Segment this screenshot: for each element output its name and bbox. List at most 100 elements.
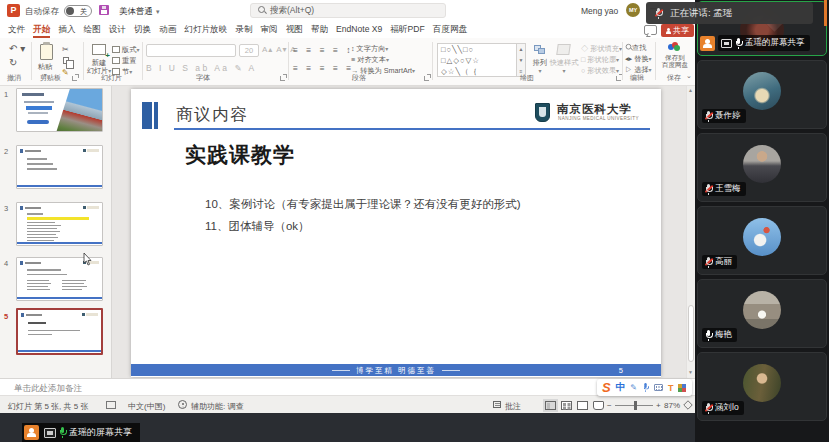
powerpoint-icon[interactable]: P [7,4,20,17]
document-title[interactable]: 美体普通▾ [119,6,160,18]
share-pill-label: 孟瑶的屏幕共享 [69,426,132,439]
tab-view[interactable]: 视图 [282,21,307,38]
tab-help[interactable]: 帮助 [307,21,332,38]
align-icons[interactable]: ≡ ≡ ≡ ≡ ≡ [293,63,354,73]
skin-icon[interactable]: T [668,383,674,393]
font-size-combo[interactable]: 20 [239,44,259,57]
screen-share-indicator[interactable]: 孟瑶的屏幕共享 [22,423,140,442]
align-text-button[interactable]: ≡ 对齐文本▾ [351,55,389,65]
search-placeholder: 搜索(Alt+Q) [270,5,314,17]
undo-button[interactable]: ↶ ▾ [9,44,25,54]
baidu-netdisk-save-icon[interactable] [668,42,682,52]
voice-icon[interactable] [643,383,649,392]
participant-tile[interactable]: 聂作婷 [697,60,827,129]
font-style-icons[interactable]: B I U S ab Aa ✎ A [146,63,257,73]
comments-status-button[interactable]: 批注 [505,401,521,412]
status-bar: 幻灯片 第 5 张, 共 5 张 中文(中国) 辅助功能: 调查 批注 − + … [0,395,695,413]
input-mode-chinese[interactable]: 中 [616,381,626,394]
collapse-ribbon-icon[interactable]: ⌄ [686,72,692,80]
reset-button[interactable]: 重置 [112,56,136,66]
slideshow-view-icon[interactable] [593,401,604,410]
toolbox-grid-icon[interactable] [678,384,686,392]
replace-button[interactable]: ◂▸ 替换▾ [625,54,652,64]
shape-effects-button[interactable]: ○ 形状效果▾ [581,66,619,76]
display-settings-icon[interactable] [106,401,116,409]
autosave-toggle[interactable]: 关 [64,5,92,17]
zoom-slider-handle[interactable] [634,401,637,410]
find-button[interactable]: 查找 [625,43,646,53]
language-status[interactable]: 中文(中国) [128,401,165,412]
paste-button[interactable] [40,44,53,60]
participant-name: 高丽 [715,256,732,268]
scrollbar-thumb[interactable] [688,305,694,362]
shape-outline-button[interactable]: □ 形状轮廓▾ [581,55,619,65]
participant-tile[interactable]: 梅艳 [697,279,827,348]
slide-thumbnail-2[interactable] [16,145,103,189]
shape-fill-button[interactable]: ◇ 形状填充▾ [581,44,622,54]
scroll-up-arrow[interactable]: ▲ [688,88,693,93]
paragraph-dialog-launcher[interactable] [424,76,429,81]
zoom-percentage[interactable]: 87% [664,401,680,410]
accessibility-status[interactable]: 辅助功能: 调查 [191,401,243,412]
font-grow-shrink-icons[interactable]: A▴ A▾ A [262,45,297,55]
screen-share-icon [721,39,732,48]
normal-view-icon[interactable] [545,401,556,410]
header-accent-bar-thin [154,102,158,129]
format-painter-icon[interactable]: ✎ [62,68,69,77]
slide-thumbnail-3[interactable] [16,202,103,246]
zoom-out-button[interactable]: − [607,401,612,410]
reading-view-icon[interactable] [577,401,588,410]
save-icon[interactable] [99,5,109,15]
shapes-gallery-scroll[interactable]: ▲▼≡ [517,43,526,77]
tab-design[interactable]: 设计 [105,21,130,38]
notes-pane[interactable]: 单击此处添加备注 [0,378,695,395]
share-button[interactable]: 共享 [661,24,694,37]
fit-to-window-icon[interactable] [683,400,693,410]
drawing-dialog-launcher[interactable] [616,76,621,81]
redo-button[interactable]: ↻ [9,58,17,68]
font-dialog-launcher[interactable] [280,76,285,81]
slide-thumbnail-1[interactable] [16,88,103,132]
mic-on-icon [59,427,66,438]
slide-sorter-view-icon[interactable] [561,401,572,410]
list-icons[interactable]: ≡ ≡ ≡ ≡ ↕ [293,45,354,55]
participant-tile[interactable]: 王雪梅 [697,133,827,202]
tab-insert[interactable]: 插入 [54,21,79,38]
layout-button[interactable]: 版式▾ [112,45,139,55]
tab-record[interactable]: 录制 [231,21,256,38]
tab-transitions[interactable]: 切换 [130,21,155,38]
search-input[interactable]: 搜索(Alt+Q) [250,3,446,18]
avatar[interactable]: MY [626,3,640,17]
participant-tile[interactable]: 涵刘lo [697,352,827,421]
screen-icon [44,428,56,438]
new-slide-button[interactable] [92,44,106,55]
tab-home[interactable]: 开始 [29,21,54,38]
tab-slideshow[interactable]: 幻灯片放映 [180,21,231,38]
slide-editor[interactable]: 商议内容 南京医科大学 NANJING MEDICAL UNIVERSITY 实… [131,89,661,377]
pen-icon[interactable]: ✎ [630,383,637,392]
tab-draw[interactable]: 绘图 [80,21,105,38]
sogou-logo[interactable]: S [602,380,611,395]
tab-file[interactable]: 文件 [4,21,29,38]
tab-foxit-pdf[interactable]: 福昕PDF [386,21,428,38]
participant-tile[interactable]: 高丽 [697,206,827,275]
clipboard-dialog-launcher[interactable] [72,76,77,81]
tab-animations[interactable]: 动画 [155,21,180,38]
scroll-down-arrow[interactable]: ▼ [688,370,693,375]
slide-thumbnail-5[interactable] [16,308,103,355]
text-direction-button[interactable]: ↕ 文字方向▾ [351,44,388,54]
tab-review[interactable]: 审阅 [256,21,281,38]
comments-icon[interactable] [644,25,657,35]
shapes-gallery[interactable]: □○╲╲□○□△◇○▽☆◇☆╲（｛ [437,43,517,77]
tab-endnote[interactable]: EndNote X9 [332,21,386,38]
tab-baidu-netdisk[interactable]: 百度网盘 [429,21,471,38]
arrange-icon[interactable] [534,45,546,55]
keyboard-icon[interactable] [654,384,663,391]
search-icon [258,6,265,15]
sogou-input-toolbar[interactable]: S 中 ✎ T [597,379,692,396]
cut-icon[interactable]: ✂ [62,45,69,54]
quick-styles-icon[interactable] [556,44,571,55]
zoom-in-button[interactable]: + [656,401,661,410]
font-name-combo[interactable] [146,44,236,57]
copy-icon[interactable] [63,57,69,64]
